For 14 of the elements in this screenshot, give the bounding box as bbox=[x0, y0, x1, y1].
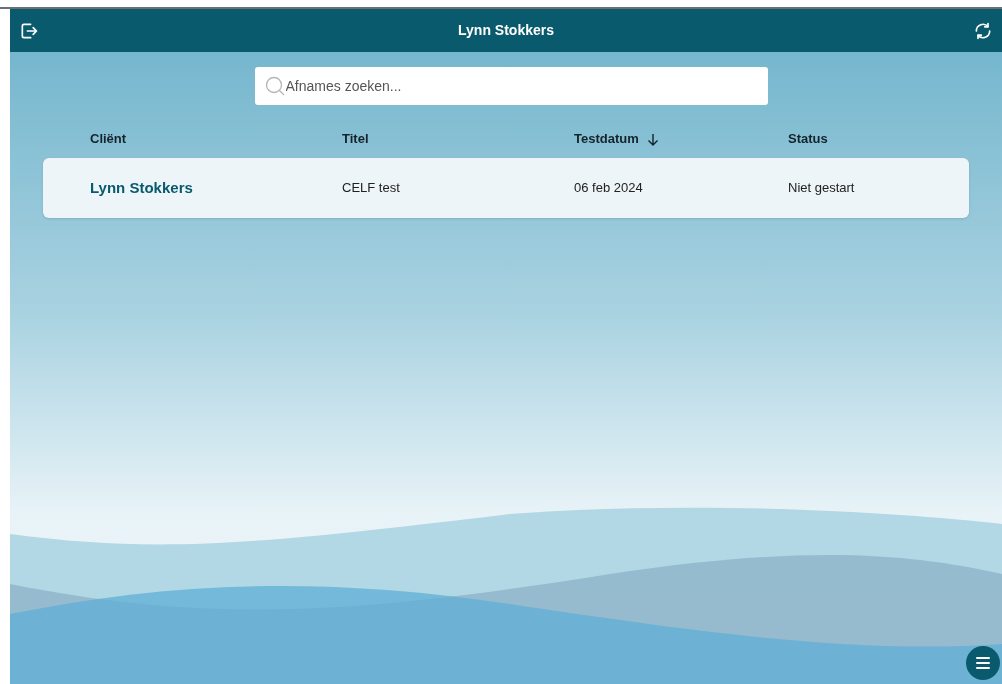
column-header[interactable]: Testdatum bbox=[574, 129, 639, 149]
column-header[interactable]: Titel bbox=[342, 129, 369, 149]
menu-icon bbox=[975, 656, 991, 670]
column-header[interactable]: Cliënt bbox=[90, 129, 127, 149]
table-cell-text: 06 feb 2024 bbox=[574, 179, 644, 198]
search-field[interactable]: Afnames zoeken... bbox=[254, 67, 768, 105]
column-header[interactable]: Status bbox=[788, 129, 828, 149]
search-icon bbox=[264, 76, 285, 96]
header-title: Lynn Stokkers bbox=[458, 21, 554, 40]
table-cell-text: CELF test bbox=[342, 179, 401, 198]
table-cell-text: Niet gestart bbox=[788, 179, 856, 198]
table-row[interactable]: Lynn Stokkers CELF test 06 feb 2024 Niet gestart bbox=[43, 158, 969, 218]
client-name: Lynn Stokkers bbox=[90, 177, 194, 198]
sort-arrow-icon bbox=[646, 132, 659, 146]
